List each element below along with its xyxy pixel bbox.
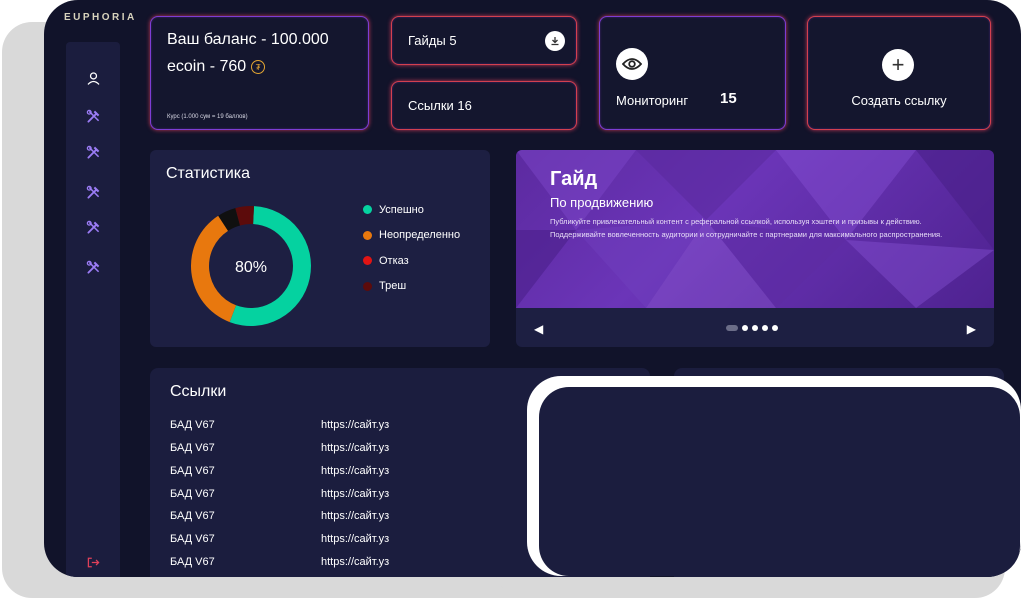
legend-item: Отказ bbox=[363, 248, 460, 274]
monitoring-label: Мониторинг bbox=[616, 93, 689, 108]
guide-title: Гайд bbox=[550, 168, 598, 190]
carousel-pager bbox=[726, 325, 778, 331]
next-arrow-icon[interactable]: ▶ bbox=[967, 322, 976, 336]
table-row[interactable]: БАД V67 https://сайт.уз bbox=[170, 488, 389, 500]
prev-arrow-icon[interactable]: ◀ bbox=[534, 322, 543, 336]
tools-icon[interactable] bbox=[83, 257, 103, 277]
statistics-legend: Успешно Неопределенно Отказ Треш bbox=[363, 197, 460, 299]
mockup-stage: EUPHORIA Ваш баланс - 100.000 ecoin - 76… bbox=[0, 0, 1025, 601]
logout-icon[interactable] bbox=[83, 552, 103, 572]
plus-icon[interactable]: + bbox=[882, 49, 914, 81]
pager-dot[interactable] bbox=[762, 325, 768, 331]
links-title: Ссылки bbox=[170, 383, 227, 400]
coin-icon: ₮ bbox=[251, 60, 266, 74]
sidebar bbox=[66, 42, 120, 577]
guide-banner: Гайд По продвижению Публикуйте привлекат… bbox=[516, 150, 994, 308]
ecoin-label: ecoin - 760 bbox=[167, 58, 247, 75]
legend-label: Треш bbox=[379, 280, 407, 293]
link-name: БАД V67 bbox=[170, 419, 215, 431]
eye-icon bbox=[616, 48, 648, 80]
tools-icon[interactable] bbox=[83, 217, 103, 237]
legend-dot bbox=[363, 205, 372, 215]
legend-dot bbox=[363, 281, 372, 291]
donut-slice bbox=[191, 215, 237, 323]
ecoin-amount: ecoin - 760 ₮ bbox=[167, 58, 266, 76]
guides-count: Гайды 5 bbox=[408, 33, 457, 48]
guides-card[interactable]: Гайды 5 bbox=[391, 16, 577, 65]
pager-dot[interactable] bbox=[772, 325, 778, 331]
link-url[interactable]: https://сайт.уз bbox=[321, 533, 389, 545]
donut-chart: 80% bbox=[191, 206, 311, 326]
guide-subtitle: По продвижению bbox=[550, 195, 654, 210]
create-link-card[interactable]: + Создать ссылку bbox=[807, 16, 991, 130]
link-name: БАД V67 bbox=[170, 556, 215, 568]
link-name: БАД V67 bbox=[170, 442, 215, 454]
statistics-title: Статистика bbox=[166, 165, 251, 182]
table-row[interactable]: БАД V67 https://сайт.уз bbox=[170, 510, 389, 522]
legend-label: Неопределенно bbox=[379, 229, 461, 242]
link-name: БАД V67 bbox=[170, 510, 215, 522]
statistics-panel: Статистика 80% Успешно Неопределенно Отк… bbox=[150, 150, 490, 347]
balance-card: Ваш баланс - 100.000 ecoin - 760 ₮ Курс … bbox=[150, 16, 369, 130]
create-link-label: Создать ссылку bbox=[851, 93, 947, 108]
legend-label: Отказ bbox=[379, 254, 409, 267]
link-url[interactable]: https://сайт.уз bbox=[321, 556, 389, 568]
table-row[interactable]: БАД V67 https://сайт.уз bbox=[170, 465, 389, 477]
table-row[interactable]: БАД V67 https://сайт.уз bbox=[170, 419, 389, 431]
legend-item: Успешно bbox=[363, 197, 460, 223]
link-name: БАД V67 bbox=[170, 465, 215, 477]
table-row[interactable]: БАД V67 https://сайт.уз bbox=[170, 533, 389, 545]
tools-icon[interactable] bbox=[83, 106, 103, 126]
device-overlay-screen bbox=[539, 387, 1020, 576]
table-row[interactable]: БАД V67 https://сайт.уз bbox=[170, 556, 389, 568]
legend-dot bbox=[363, 256, 372, 266]
legend-label: Успешно bbox=[379, 203, 424, 216]
guide-carousel: Гайд По продвижению Публикуйте привлекат… bbox=[516, 150, 994, 347]
pager-dot[interactable] bbox=[742, 325, 748, 331]
link-url[interactable]: https://сайт.уз bbox=[321, 510, 389, 522]
link-name: БАД V67 bbox=[170, 533, 215, 545]
legend-dot bbox=[363, 230, 372, 240]
monitoring-card[interactable]: Мониторинг 15 bbox=[599, 16, 786, 130]
pager-dot-active[interactable] bbox=[726, 325, 738, 331]
link-url[interactable]: https://сайт.уз bbox=[321, 419, 389, 431]
guide-description: Публикуйте привлекательный контент с реф… bbox=[550, 217, 943, 239]
pager-dot[interactable] bbox=[752, 325, 758, 331]
link-url[interactable]: https://сайт.уз bbox=[321, 465, 389, 477]
links-card[interactable]: Ссылки 16 bbox=[391, 81, 577, 130]
link-url[interactable]: https://сайт.уз bbox=[321, 442, 389, 454]
monitoring-count: 15 bbox=[720, 90, 737, 107]
link-url[interactable]: https://сайт.уз bbox=[321, 488, 389, 500]
balance-amount: Ваш баланс - 100.000 bbox=[167, 31, 329, 48]
links-count: Ссылки 16 bbox=[408, 98, 472, 113]
brand-logo[interactable]: EUPHORIA bbox=[64, 12, 137, 23]
legend-item: Неопределенно bbox=[363, 223, 460, 249]
table-row[interactable]: БАД V67 https://сайт.уз bbox=[170, 442, 389, 454]
legend-item: Треш bbox=[363, 274, 460, 300]
tools-icon[interactable] bbox=[83, 142, 103, 162]
tools-icon[interactable] bbox=[83, 182, 103, 202]
exchange-rate: Курс (1.000 сум = 19 баллов) bbox=[167, 114, 248, 120]
donut-center-value: 80% bbox=[235, 259, 267, 276]
download-icon[interactable] bbox=[545, 31, 565, 51]
link-name: БАД V67 bbox=[170, 488, 215, 500]
user-icon[interactable] bbox=[83, 68, 103, 88]
